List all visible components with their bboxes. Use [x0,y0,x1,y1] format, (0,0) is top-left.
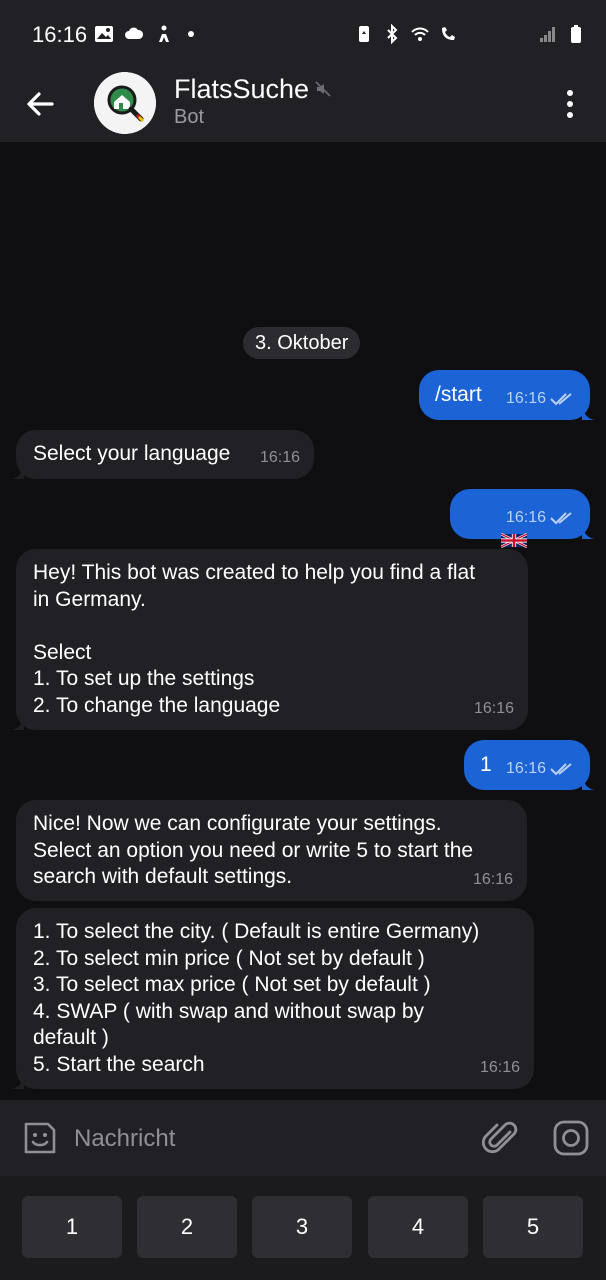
message-time: 16:16 [259,448,300,466]
bubble-tail [10,716,24,730]
bot-avatar[interactable] [94,72,156,134]
bluetooth-icon [387,24,398,44]
gallery-icon [95,26,113,42]
outgoing-message[interactable]: 1 16:16 [464,740,596,790]
camera-icon[interactable] [551,1118,591,1158]
double-check-icon [550,392,572,406]
double-check-icon [550,762,572,776]
message-meta: 16:16 [506,386,576,413]
message-input[interactable] [74,1122,454,1156]
message-time: 16:16 [472,870,513,888]
message-composer [0,1100,606,1176]
incoming-message[interactable]: 1. To select the city. ( Default is enti… [10,908,534,1089]
message-meta: 16:16 [260,445,300,472]
message-list[interactable]: 3. Oktober /start 16:16 Select your lang… [0,142,606,1100]
keyboard-button-1[interactable]: 1 [22,1196,122,1258]
keyboard-button-2[interactable]: 2 [137,1196,237,1258]
battery-icon [571,25,581,43]
status-notification-icons [94,24,194,44]
magnifier-house-logo-icon [94,72,156,134]
keyboard-button-3[interactable]: 3 [252,1196,352,1258]
wifi-call-icon [442,27,455,40]
outgoing-message[interactable]: /start 16:16 [419,370,596,420]
chat-header: FlatsSuche Bot [0,70,606,142]
bubble-tail [10,465,24,479]
status-signal-icons [538,24,586,44]
message-time: 16:16 [505,389,546,407]
more-options-icon[interactable] [556,84,584,124]
incoming-message[interactable]: Nice! Now we can configurate your settin… [16,800,527,901]
keyboard-button-5[interactable]: 5 [483,1196,583,1258]
signal-icon [540,27,555,42]
bubble-tail [582,776,596,790]
cloud-icon [125,27,144,39]
message-time: 16:16 [473,699,514,717]
battery-saver-icon [359,26,369,42]
message-text: Nice! Now we can configurate your settin… [33,812,474,888]
attach-paperclip-icon[interactable] [482,1118,520,1158]
bot-reply-keyboard: 1 2 3 4 5 [0,1176,606,1280]
incoming-message[interactable]: Select your language 16:16 [10,430,314,479]
more-notifications-dot [188,31,194,37]
back-arrow-icon[interactable] [22,86,58,122]
message-text: 1. To select the city. ( Default is enti… [33,920,480,1076]
sticker-emoji-icon[interactable] [20,1118,60,1158]
chat-subtitle: Bot [174,106,205,128]
message-text: Hey! This bot was created to help you fi… [33,561,476,717]
message-meta: 16:16 [506,756,576,783]
status-time: 16:16 [32,22,88,47]
message-time: 16:16 [479,1058,520,1076]
message-meta: 16:16 [474,696,514,723]
chat-title[interactable]: FlatsSuche [174,74,309,105]
accessibility-icon [159,25,169,42]
message-meta: 16:16 [480,1055,520,1082]
bubble-tail [582,525,596,539]
double-check-icon [550,511,572,525]
muted-icon [315,81,331,97]
message-time: 16:16 [505,759,546,777]
incoming-message[interactable]: Hey! This bot was created to help you fi… [10,549,528,730]
outgoing-message[interactable]: 16:16 [450,489,596,549]
status-bar: 16:16 [0,0,606,70]
bubble-tail [10,1075,24,1089]
message-text: Select your language [33,442,231,465]
status-system-icons [354,24,458,44]
uk-flag-icon [500,533,528,549]
wifi-icon [411,27,429,41]
message-time: 16:16 [505,508,546,526]
bubble-tail [582,406,596,420]
date-separator: 3. Oktober [243,327,361,359]
message-meta: 16:16 [506,505,576,532]
message-meta: 16:16 [473,867,513,894]
keyboard-button-4[interactable]: 4 [368,1196,468,1258]
